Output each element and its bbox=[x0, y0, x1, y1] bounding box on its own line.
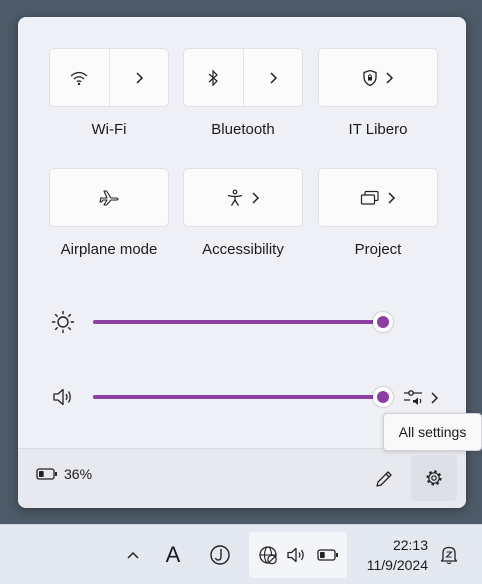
chevron-right-icon bbox=[431, 392, 439, 404]
battery-status[interactable]: 36% bbox=[36, 466, 92, 482]
brightness-slider[interactable] bbox=[93, 320, 383, 324]
bluetooth-icon bbox=[208, 69, 219, 86]
project-tile: Project bbox=[318, 168, 438, 258]
bluetooth-label: Bluetooth bbox=[211, 121, 275, 138]
ime-mode-button[interactable] bbox=[204, 540, 236, 570]
bluetooth-expand-button[interactable] bbox=[242, 49, 303, 106]
clock-date: 11/9/2024 bbox=[366, 557, 428, 573]
airplane-mode-label: Airplane mode bbox=[60, 241, 158, 258]
accessibility-tile: Accessibility bbox=[183, 168, 303, 258]
vpn-tile-button[interactable] bbox=[318, 48, 438, 107]
edit-quick-settings-button[interactable] bbox=[366, 461, 402, 497]
bluetooth-tile: Bluetooth bbox=[183, 48, 303, 138]
pencil-icon bbox=[376, 471, 392, 487]
bluetooth-toggle[interactable] bbox=[184, 49, 243, 106]
brightness-slider-thumb[interactable] bbox=[373, 312, 393, 332]
project-label: Project bbox=[354, 241, 402, 258]
chevron-right-icon bbox=[252, 191, 260, 204]
vpn-label: IT Libero bbox=[348, 121, 408, 138]
wifi-toggle[interactable] bbox=[50, 49, 109, 106]
gear-icon bbox=[426, 470, 442, 486]
wifi-expand-button[interactable] bbox=[108, 49, 169, 106]
clock[interactable]: 22:13 11/9/2024 bbox=[352, 535, 428, 575]
chevron-right-icon bbox=[270, 71, 277, 84]
volume-slider-thumb[interactable] bbox=[373, 387, 393, 407]
accessibility-label: Accessibility bbox=[202, 241, 284, 258]
volume-icon bbox=[53, 388, 71, 406]
clock-time: 22:13 bbox=[392, 537, 428, 553]
brightness-icon bbox=[51, 310, 75, 334]
airplane-mode-tile: Airplane mode bbox=[49, 168, 169, 258]
chevron-right-icon bbox=[136, 71, 143, 84]
volume-slider[interactable] bbox=[93, 395, 383, 399]
vpn-tile: IT Libero bbox=[318, 48, 438, 138]
tooltip-text: All settings bbox=[398, 424, 467, 440]
ime-mode-icon bbox=[210, 545, 230, 565]
all-settings-tooltip: All settings bbox=[383, 413, 482, 451]
input-indicator[interactable]: A bbox=[158, 538, 188, 572]
bluetooth-tile-button bbox=[183, 48, 303, 107]
chevron-right-icon bbox=[386, 71, 394, 84]
brightness-slider-fill bbox=[93, 320, 383, 324]
battery-percentage: 36% bbox=[64, 466, 93, 482]
sound-mixer-icon bbox=[404, 390, 422, 405]
project-icon bbox=[360, 190, 379, 205]
battery-icon bbox=[36, 468, 57, 480]
chevron-up-icon bbox=[127, 551, 139, 559]
airplane-mode-button[interactable] bbox=[49, 168, 169, 227]
wifi-tile-button bbox=[49, 48, 169, 107]
battery-icon bbox=[316, 549, 338, 561]
volume-slider-fill bbox=[93, 395, 383, 399]
network-globe-icon bbox=[258, 546, 277, 565]
vpn-shield-icon bbox=[363, 69, 377, 86]
notification-bell-icon bbox=[440, 546, 458, 565]
notification-center-button[interactable] bbox=[436, 541, 462, 569]
volume-icon bbox=[287, 547, 304, 563]
wifi-icon bbox=[70, 71, 88, 85]
accessibility-icon bbox=[227, 189, 243, 206]
accessibility-button[interactable] bbox=[183, 168, 303, 227]
all-settings-button[interactable] bbox=[411, 455, 457, 501]
sound-output-button[interactable] bbox=[401, 385, 445, 411]
show-hidden-icons-button[interactable] bbox=[120, 540, 146, 570]
wifi-label: Wi-Fi bbox=[91, 121, 127, 138]
taskbar: A 22:13 11/9/2024 bbox=[0, 524, 482, 584]
airplane-icon bbox=[99, 189, 119, 206]
chevron-right-icon bbox=[388, 191, 396, 204]
wifi-tile: Wi-Fi bbox=[49, 48, 169, 138]
project-button[interactable] bbox=[318, 168, 438, 227]
system-tray-quick-settings-button[interactable] bbox=[249, 532, 347, 578]
quick-settings-footer: 36% bbox=[18, 448, 466, 508]
